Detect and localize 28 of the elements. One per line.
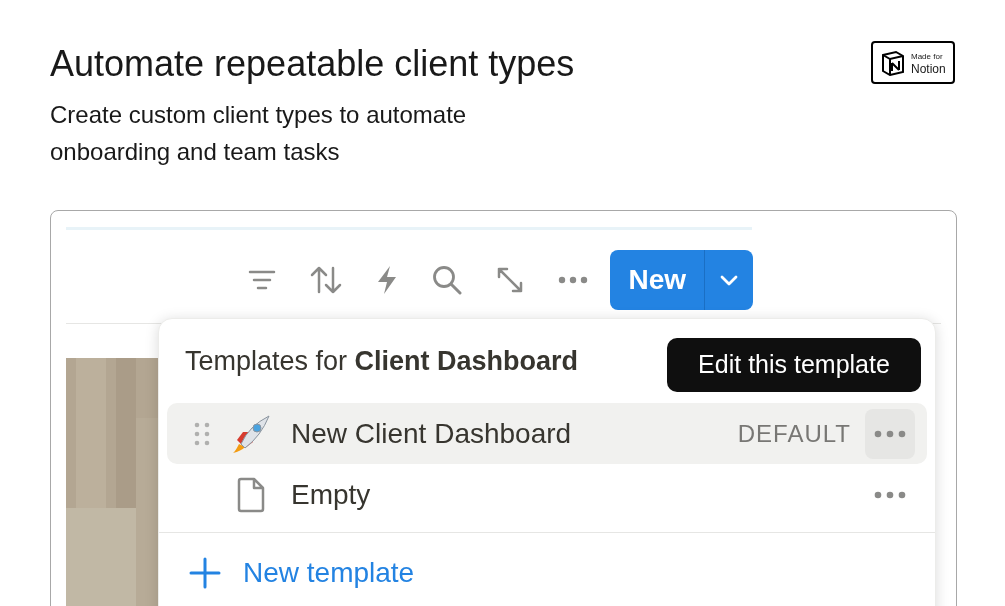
template-name: New Client Dashboard — [291, 416, 573, 451]
cube-icon — [880, 49, 906, 76]
page-icon — [236, 476, 266, 513]
filter-icon[interactable] — [248, 269, 277, 291]
page-heading: Automate repeatable client types — [50, 42, 575, 86]
drag-handle-icon[interactable] — [193, 420, 211, 447]
template-row[interactable]: Empty — [167, 464, 927, 525]
plus-icon — [189, 557, 221, 589]
expand-icon[interactable] — [496, 266, 525, 294]
badge-title: Notion — [911, 62, 946, 76]
default-tag: DEFAULT — [737, 415, 851, 452]
chevron-down-icon — [720, 274, 738, 286]
more-button[interactable] — [865, 408, 915, 459]
new-template-button[interactable]: New template — [159, 533, 415, 606]
more-icon[interactable] — [558, 276, 589, 284]
rocket-icon — [231, 413, 271, 454]
lightning-icon[interactable] — [376, 265, 399, 295]
more-icon — [874, 429, 906, 438]
sort-icon[interactable] — [310, 266, 343, 294]
page-subtitle: Create custom client types to automate onboarding and team tasks — [50, 100, 468, 167]
template-row[interactable]: New Client Dashboard DEFAULT — [167, 403, 927, 464]
template-name: Empty — [291, 477, 372, 512]
search-icon[interactable] — [432, 265, 463, 295]
badge-caption: Made for — [911, 50, 944, 63]
more-icon — [874, 490, 906, 499]
menu-title: Templates for Client Dashboard — [185, 344, 579, 378]
new-button[interactable]: New — [610, 250, 704, 310]
tooltip: Edit this template — [667, 338, 921, 392]
